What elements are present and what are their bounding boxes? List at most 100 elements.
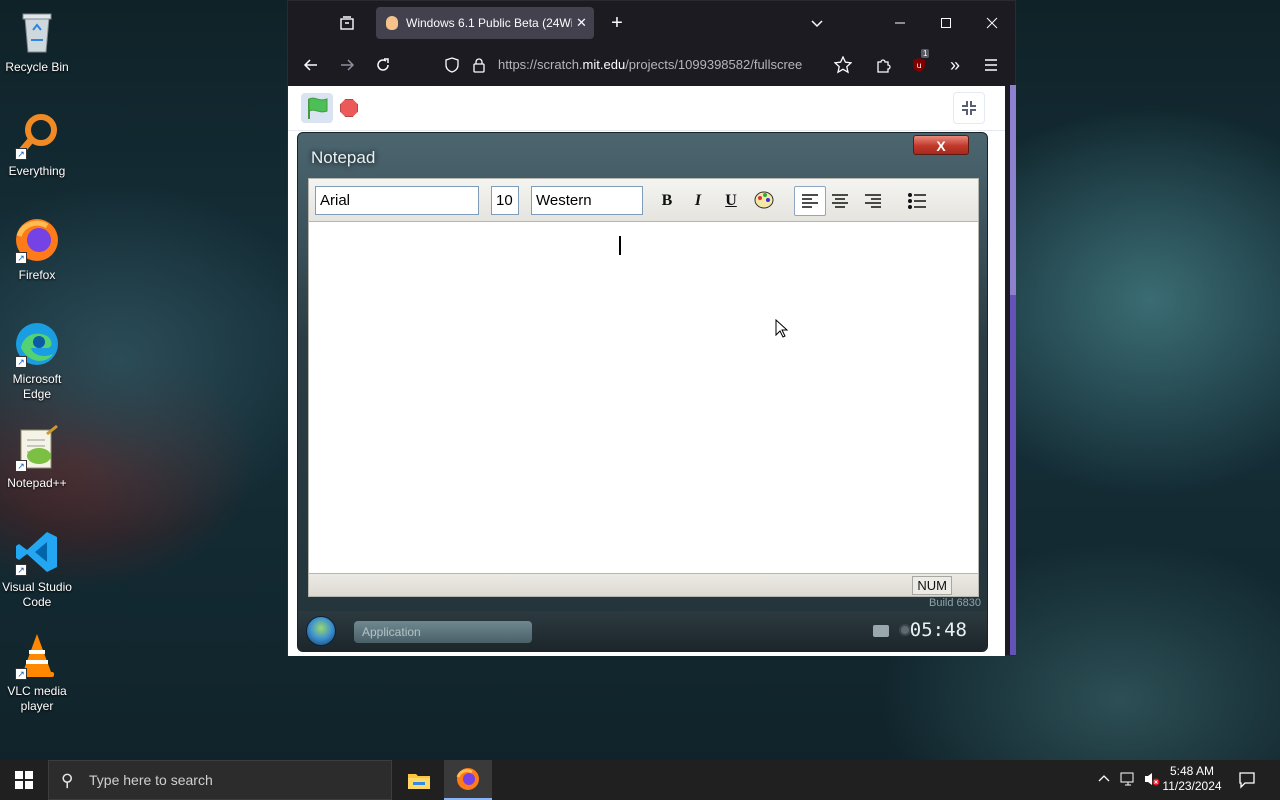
back-icon[interactable]	[296, 50, 326, 80]
ublock-origin-icon[interactable]: u 1	[904, 49, 934, 80]
italic-button[interactable]: I	[685, 189, 711, 213]
tab-strip: Windows 6.1 Public Beta (24Wi ✕ +	[288, 1, 1015, 45]
tab-close-icon[interactable]: ✕	[576, 15, 587, 31]
tab-title: Windows 6.1 Public Beta (24Wi	[406, 16, 572, 30]
notepad-window: Notepad X Arial 10 Western B I U NUM Bui…	[297, 132, 988, 652]
edge-icon: ↗	[13, 320, 61, 368]
mouse-pointer-icon	[775, 319, 789, 338]
list-all-tabs-icon[interactable]	[802, 8, 832, 38]
lock-icon[interactable]	[472, 57, 486, 78]
desktop-icon-notepadpp[interactable]: ↗ Notepad++	[0, 424, 74, 491]
tracking-protection-shield-icon[interactable]	[444, 57, 460, 78]
desktop-icon-vscode[interactable]: ↗ Visual Studio Code	[0, 528, 74, 610]
firefox-icon: ↗	[13, 216, 61, 264]
desktop-icon-label: Everything	[8, 164, 66, 178]
exit-fullscreen-button[interactable]	[953, 92, 985, 124]
shortcut-arrow-icon: ↗	[15, 252, 27, 264]
browser-tab[interactable]: Windows 6.1 Public Beta (24Wi ✕	[376, 7, 594, 39]
desktop-icon-label: Firefox	[18, 268, 56, 282]
search-icon: ⚲	[61, 771, 74, 790]
windows-logo-icon	[15, 771, 33, 789]
text-editor-area[interactable]	[308, 222, 979, 573]
page-scrollbar[interactable]	[1010, 85, 1016, 655]
reload-icon[interactable]	[368, 50, 398, 80]
bookmark-star-icon[interactable]	[833, 55, 853, 79]
green-flag-icon	[308, 97, 328, 119]
vscode-icon: ↗	[13, 528, 61, 576]
shortcut-arrow-icon: ↗	[15, 564, 27, 576]
volume-muted-icon[interactable]	[1144, 771, 1160, 790]
bold-button[interactable]: B	[654, 189, 680, 213]
notepad-close-button[interactable]: X	[913, 135, 969, 155]
desktop-icon-label: Notepad++	[7, 476, 67, 490]
nav-bar: https://scratch.mit.edu/projects/1099398…	[288, 45, 1015, 86]
forward-icon[interactable]	[332, 50, 362, 80]
align-right-icon	[865, 194, 881, 208]
start-button[interactable]	[0, 760, 48, 800]
desktop-icon-recycle-bin[interactable]: Recycle Bin	[0, 8, 74, 75]
windows-taskbar: ⚲ Type here to search 5:48 AM 11/23/2024	[0, 760, 1280, 800]
recycle-bin-icon	[13, 8, 61, 56]
exit-fullscreen-icon	[962, 101, 976, 115]
shortcut-arrow-icon: ↗	[15, 356, 27, 368]
taskbar-clock[interactable]: 5:48 AM 11/23/2024	[1160, 764, 1224, 794]
show-hidden-icons-chevron-icon[interactable]	[1098, 772, 1110, 786]
firefox-icon	[456, 768, 479, 790]
color-palette-button[interactable]	[751, 189, 777, 213]
align-center-button[interactable]	[827, 189, 853, 213]
font-family-field[interactable]: Arial	[315, 186, 479, 215]
scratch-favicon-icon	[386, 16, 398, 30]
text-caret	[619, 236, 621, 255]
clock-time: 5:48 AM	[1169, 764, 1215, 778]
stop-button[interactable]	[340, 99, 358, 117]
emulated-clock: 05:48	[909, 619, 967, 641]
taskbar-search-box[interactable]: ⚲ Type here to search	[48, 760, 392, 800]
desktop-icon-everything[interactable]: ↗ Everything	[0, 112, 74, 179]
minimize-icon[interactable]	[885, 8, 915, 38]
script-field[interactable]: Western	[531, 186, 643, 215]
align-left-button[interactable]	[794, 186, 826, 216]
taskbar-firefox[interactable]	[444, 760, 492, 800]
network-icon[interactable]	[1120, 771, 1136, 790]
bullet-list-icon	[908, 193, 926, 209]
build-watermark: Build 6830	[929, 597, 981, 609]
notepadpp-icon: ↗	[13, 424, 61, 472]
num-lock-indicator: NUM	[912, 576, 952, 595]
extensions-puzzle-icon[interactable]	[868, 50, 898, 80]
new-tab-icon[interactable]: +	[602, 8, 632, 38]
desktop-icon-label: Recycle Bin	[5, 60, 69, 74]
formatting-toolbar: Arial 10 Western B I U	[308, 178, 979, 222]
more-tools-chevron-icon[interactable]: »	[940, 50, 970, 80]
search-placeholder: Type here to search	[89, 772, 213, 788]
align-left-icon	[802, 194, 818, 208]
scratch-player-controls	[288, 86, 1005, 131]
firefox-view-icon[interactable]	[332, 8, 362, 38]
underline-button[interactable]: U	[718, 189, 744, 213]
desktop-icon-edge[interactable]: ↗ Microsoft Edge	[0, 320, 74, 402]
palette-icon	[754, 191, 774, 209]
emulated-network-icon	[873, 625, 889, 637]
align-right-button[interactable]	[860, 189, 886, 213]
bullet-list-button[interactable]	[904, 189, 930, 213]
url-bar[interactable]: https://scratch.mit.edu/projects/1099398…	[436, 49, 863, 81]
maximize-icon[interactable]	[931, 8, 961, 38]
vlc-icon: ↗	[13, 632, 61, 680]
emulated-start-orb[interactable]	[306, 616, 336, 646]
desktop-icon-firefox[interactable]: ↗ Firefox	[0, 216, 74, 283]
notifications-icon[interactable]	[1238, 771, 1256, 792]
desktop-icon-vlc[interactable]: ↗ VLC media player	[0, 632, 74, 714]
scrollbar-thumb[interactable]	[1010, 295, 1016, 655]
everything-search-icon: ↗	[13, 112, 61, 160]
font-size-field[interactable]: 10	[491, 186, 519, 215]
taskbar-file-explorer[interactable]	[395, 760, 443, 800]
app-menu-hamburger-icon[interactable]	[976, 50, 1006, 80]
notepad-status-bar: NUM	[308, 573, 979, 597]
desktop-icon-label: Microsoft Edge	[12, 372, 62, 401]
svg-text:u: u	[916, 61, 921, 70]
align-center-icon	[832, 194, 848, 208]
desktop-icon-label: Visual Studio Code	[2, 580, 72, 609]
emulated-taskbar-application[interactable]: Application	[354, 621, 532, 643]
green-flag-button[interactable]	[301, 93, 333, 123]
file-explorer-icon	[408, 774, 430, 789]
close-window-icon[interactable]	[977, 8, 1007, 38]
